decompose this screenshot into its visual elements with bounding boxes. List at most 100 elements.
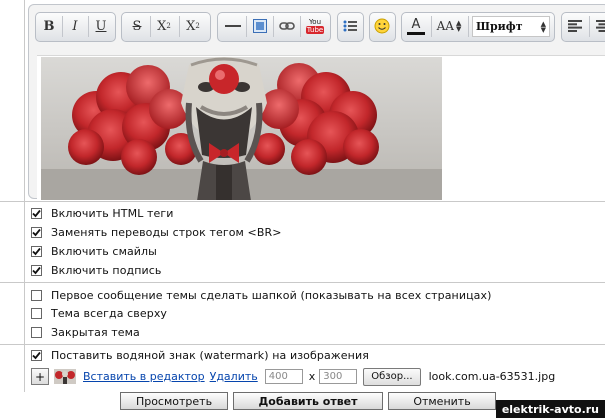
underline-label: U [95, 18, 107, 34]
font-color-swatch [407, 31, 425, 35]
add-attachment-button[interactable]: + [31, 368, 49, 385]
cancel-label: Отменить [413, 394, 471, 408]
font-family-value: Шрифт [476, 20, 523, 33]
option-enable-html[interactable]: Включить HTML теги [31, 205, 174, 222]
option-enable-signature[interactable]: Включить подпись [31, 262, 162, 279]
check-icon [32, 247, 41, 256]
submit-label: Добавить ответ [258, 394, 358, 408]
site-watermark: elektrik-avto.ru [495, 400, 605, 418]
subscript-mark: 2 [195, 22, 200, 30]
link-icon [279, 22, 295, 30]
attachment-row: + Вставить в редактор Удалить 400 x 300 … [31, 367, 555, 386]
toolbar-separator [273, 16, 274, 37]
image-height-input[interactable]: 300 [319, 369, 358, 384]
preview-button[interactable]: Просмотреть [120, 392, 228, 410]
checkbox-topic-closed[interactable] [31, 327, 42, 338]
superscript-mark: 2 [166, 22, 171, 30]
toolbar-separator [179, 16, 180, 37]
option-enable-smilies[interactable]: Включить смайлы [31, 243, 157, 260]
align-center-icon [596, 20, 605, 32]
delete-attachment-link[interactable]: Удалить [210, 370, 258, 383]
font-size-label: AA [436, 19, 454, 33]
toolbar-separator [589, 16, 590, 37]
bullet-list-button[interactable] [339, 15, 361, 37]
font-color-button[interactable]: A [405, 15, 427, 37]
image-icon [253, 19, 267, 33]
font-family-select[interactable]: Шрифт ▲ ▼ [472, 16, 550, 37]
script-group: S X2 X2 [121, 12, 211, 42]
attachment-thumbnail[interactable] [54, 369, 76, 384]
font-size-button[interactable]: AA ▲ ▼ [434, 15, 464, 37]
browse-button[interactable]: Обзор... [363, 367, 421, 386]
browse-label: Обзор... [371, 371, 413, 382]
option-replace-br[interactable]: Заменять переводы строк тегом <BR> [31, 224, 282, 241]
wysiwyg-editor: B I U S X2 X2 You Tube A AA ▲ ▼ Шрифт ▲ … [28, 4, 605, 200]
checkbox-watermark[interactable] [31, 350, 42, 361]
checkbox-replace-br[interactable] [31, 227, 42, 238]
strike-button[interactable]: S [126, 15, 148, 37]
option-label: Заменять переводы строк тегом <BR> [51, 226, 282, 239]
bold-label: B [43, 18, 55, 34]
bold-button[interactable]: B [38, 15, 60, 37]
insert-group: You Tube [217, 12, 331, 42]
toolbar-separator [150, 16, 151, 37]
chevron-updown-icon: ▲ ▼ [540, 19, 546, 34]
toolbar-separator [300, 16, 301, 37]
align-group [561, 12, 605, 42]
youtube-top: You [308, 18, 322, 26]
check-icon [32, 209, 41, 218]
check-icon [32, 228, 41, 237]
section-divider [0, 282, 605, 283]
section-divider [0, 201, 605, 202]
align-center-button[interactable] [592, 15, 605, 37]
insert-link-button[interactable] [276, 15, 298, 37]
left-column-divider [24, 0, 25, 392]
attachment-filename: look.com.ua-63531.jpg [428, 370, 556, 383]
italic-button[interactable]: I [64, 15, 86, 37]
option-topic-sticky[interactable]: Тема всегда сверху [31, 305, 167, 322]
smiley-button[interactable] [371, 15, 393, 37]
check-icon [32, 266, 41, 275]
font-size-spinner-icon: ▲ ▼ [455, 19, 462, 33]
checkbox-topic-sticky[interactable] [31, 308, 42, 319]
toolbar-separator [468, 16, 469, 37]
option-topic-closed[interactable]: Закрытая тема [31, 324, 140, 341]
youtube-button[interactable]: You Tube [303, 15, 327, 37]
add-label: + [34, 369, 46, 384]
option-first-post-header[interactable]: Первое сообщение темы сделать шапкой (по… [31, 287, 492, 304]
checkbox-enable-signature[interactable] [31, 265, 42, 276]
smiley-icon [374, 18, 390, 34]
superscript-label: X [157, 18, 167, 34]
youtube-icon: You Tube [305, 18, 325, 34]
smiley-group [369, 12, 396, 42]
list-group [337, 12, 364, 42]
insert-image-button[interactable] [249, 15, 271, 37]
strike-label: S [132, 18, 142, 34]
option-watermark[interactable]: Поставить водяной знак (watermark) на из… [31, 347, 369, 364]
toolbar-separator [88, 16, 89, 37]
youtube-bottom: Tube [305, 26, 325, 34]
image-height-value: 300 [323, 371, 343, 382]
checkbox-enable-html[interactable] [31, 208, 42, 219]
image-width-input[interactable]: 400 [264, 369, 303, 384]
font-color-label: A [411, 16, 421, 32]
checkbox-enable-smilies[interactable] [31, 246, 42, 257]
horizontal-rule-button[interactable] [222, 15, 244, 37]
inserted-image [41, 57, 442, 200]
underline-button[interactable]: U [90, 15, 112, 37]
post-reply-form: B I U S X2 X2 You Tube A AA ▲ ▼ Шрифт ▲ … [0, 0, 605, 418]
subscript-button[interactable]: X2 [182, 15, 204, 37]
checkbox-first-post-header[interactable] [31, 290, 42, 301]
insert-into-editor-link[interactable]: Вставить в редактор [83, 370, 205, 383]
align-left-button[interactable] [564, 15, 586, 37]
toolbar-separator [431, 16, 432, 37]
editor-content[interactable] [37, 55, 605, 200]
subscript-label: X [186, 18, 196, 34]
option-label: Включить HTML теги [51, 207, 174, 220]
submit-reply-button[interactable]: Добавить ответ [233, 392, 383, 410]
cancel-button[interactable]: Отменить [388, 392, 496, 410]
section-divider [0, 344, 605, 345]
superscript-button[interactable]: X2 [153, 15, 175, 37]
check-icon [32, 351, 41, 360]
option-label: Поставить водяной знак (watermark) на из… [51, 349, 369, 362]
